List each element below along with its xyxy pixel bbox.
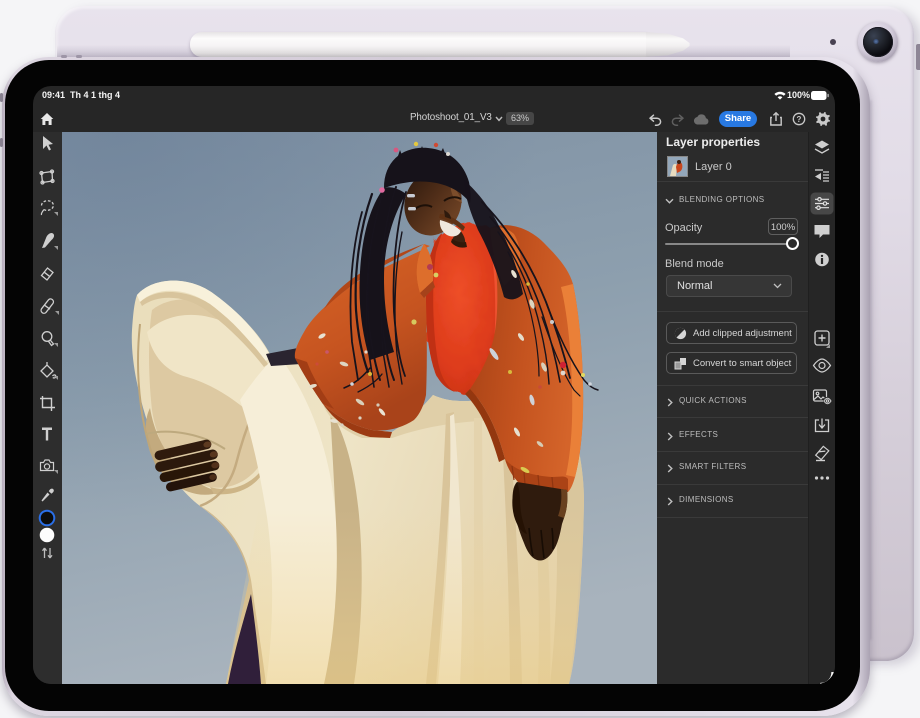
svg-text:?: ? — [797, 115, 802, 124]
